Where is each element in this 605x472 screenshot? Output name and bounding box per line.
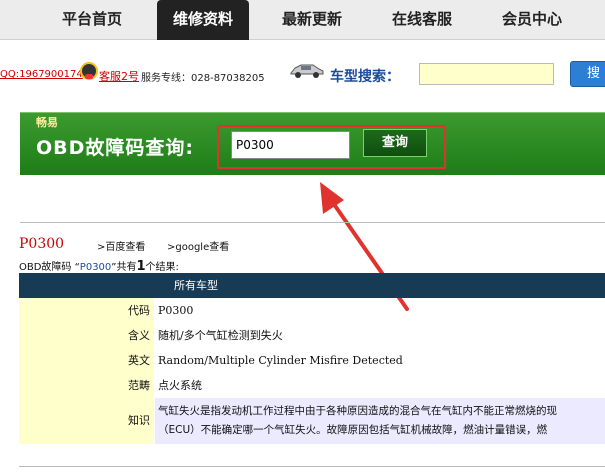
table-row-knowledge: 知识 气缸失火是指发动机工作过程中由于各种原因造成的混合气在气缸内不能正常燃烧的… [19, 398, 605, 444]
obd-title: OBD故障码查询: [36, 137, 195, 159]
nav-item-home[interactable]: 平台首页 [44, 0, 140, 40]
info-bar: QQ:1967900174 客服2号 服务专线：028-87038205 车型搜… [0, 56, 605, 92]
row-value: P0300 [158, 304, 194, 317]
row-value: 随机/多个气缸检测到失火 [158, 329, 283, 342]
top-nav: 平台首页 维修资料 最新更新 在线客服 会员中心 [0, 0, 605, 40]
kf2-link[interactable]: 客服2号 [99, 68, 139, 84]
table-row: 范畴 点火系统 [19, 373, 605, 398]
obd-search-panel: 畅易 OBD故障码查询: P0300 查询 [20, 112, 605, 175]
result-code-title: P0300 [19, 236, 65, 252]
obd-brand-label: 畅易 [36, 116, 58, 129]
table-row: 英文 Random/Multiple Cylinder Misfire Dete… [19, 348, 605, 373]
car-icon [290, 64, 324, 78]
nav-item-member-center[interactable]: 会员中心 [484, 0, 580, 40]
nav-item-repair-data[interactable]: 维修资料 [157, 0, 249, 40]
row-key: 知识 [19, 398, 154, 444]
google-link[interactable]: >google查看 [167, 238, 229, 253]
row-key: 范畴 [19, 373, 154, 398]
result-table: 所有车型 代码 P0300 含义 随机/多个气缸检测到失火 英文 Random/… [19, 273, 605, 444]
qq-link[interactable]: QQ:1967900174 [0, 69, 83, 80]
knowledge-text: 气缸失火是指发动机工作过程中由于各种原因造成的混合气在气缸内不能正常燃烧的现 （… [155, 398, 605, 444]
row-value: 点火系统 [158, 379, 202, 392]
obd-code-input[interactable]: P0300 [231, 131, 350, 159]
baidu-link[interactable]: >百度查看 [97, 238, 145, 253]
table-row: 含义 随机/多个气缸检测到失火 [19, 323, 605, 348]
table-header: 所有车型 [19, 273, 605, 298]
obd-query-button[interactable]: 查询 [363, 129, 427, 157]
divider [20, 222, 605, 223]
table-row: 代码 P0300 [19, 298, 605, 323]
row-value: Random/Multiple Cylinder Misfire Detecte… [158, 354, 403, 367]
row-key: 含义 [19, 323, 154, 348]
car-search-input[interactable] [419, 63, 554, 85]
hotline-text: 服务专线：028-87038205 [141, 73, 265, 84]
qq-penguin-icon[interactable] [80, 62, 98, 80]
result-summary: OBD故障码 “P0300”共有1个结果: [19, 259, 179, 274]
row-key: 代码 [19, 298, 154, 323]
nav-item-online-service[interactable]: 在线客服 [374, 0, 470, 40]
row-key: 英文 [19, 348, 154, 373]
car-search-button[interactable]: 搜 [570, 61, 605, 87]
divider [19, 466, 605, 467]
nav-item-latest-updates[interactable]: 最新更新 [264, 0, 360, 40]
car-search-label: 车型搜索： [330, 69, 400, 85]
